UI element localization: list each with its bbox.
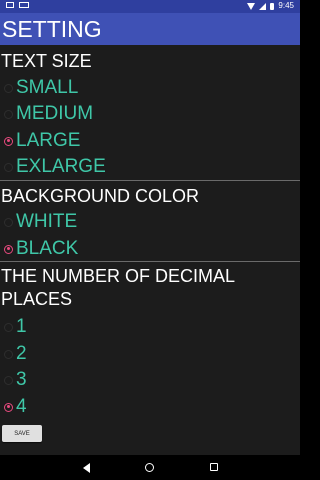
- radio-button[interactable]: [4, 83, 13, 93]
- option-label: BLACK: [16, 238, 79, 259]
- radio-option-white[interactable]: WHITE: [0, 209, 300, 235]
- text-size-title: TEXT SIZE: [1, 51, 92, 71]
- screenshot-icon: [6, 2, 14, 8]
- section-divider: [0, 261, 300, 262]
- radio-button[interactable]: [4, 217, 13, 227]
- radio-button[interactable]: [4, 322, 13, 332]
- home-icon[interactable]: [145, 463, 154, 472]
- wifi-icon: [247, 2, 256, 10]
- radio-option-medium[interactable]: MEDIUM: [0, 101, 300, 127]
- radio-option-2[interactable]: 2: [0, 341, 300, 367]
- radio-button[interactable]: [4, 349, 13, 359]
- option-label: WHITE: [16, 211, 78, 232]
- save-button[interactable]: SAVE: [2, 425, 42, 442]
- status-clock: 9:45: [278, 1, 294, 10]
- radio-button-checked[interactable]: [4, 244, 13, 254]
- status-right-icons: 9:45: [247, 1, 294, 11]
- tv-icon: [19, 2, 29, 8]
- radio-option-4[interactable]: 4: [0, 394, 300, 420]
- decimal-places-title-line1: THE NUMBER OF DECIMAL: [1, 266, 236, 286]
- option-label: 1: [16, 316, 27, 337]
- option-label: 3: [16, 369, 27, 390]
- option-label: MEDIUM: [16, 103, 94, 124]
- status-left-icons: [6, 2, 29, 8]
- settings-screen: 9:45 SETTING TEXT SIZE SMALL MEDIUM LARG…: [0, 0, 300, 480]
- option-label: 2: [16, 343, 27, 364]
- option-label: LARGE: [16, 130, 81, 151]
- section-divider: [0, 180, 300, 181]
- option-label: EXLARGE: [16, 156, 106, 177]
- radio-button[interactable]: [4, 375, 13, 385]
- page-title: SETTING: [2, 16, 102, 42]
- decimal-places-title-line2: PLACES: [1, 289, 73, 309]
- recent-apps-icon[interactable]: [210, 463, 218, 471]
- signal-icon: [259, 2, 267, 10]
- radio-button-checked[interactable]: [4, 402, 13, 412]
- radio-option-exlarge[interactable]: EXLARGE: [0, 154, 300, 180]
- radio-option-black[interactable]: BLACK: [0, 236, 300, 262]
- option-label: 4: [16, 396, 27, 417]
- status-bar: 9:45: [0, 0, 300, 13]
- settings-content: TEXT SIZE SMALL MEDIUM LARGE EXLARGE BAC…: [0, 45, 300, 455]
- option-label: SMALL: [16, 77, 79, 98]
- radio-button[interactable]: [4, 109, 13, 119]
- radio-button-checked[interactable]: [4, 136, 13, 146]
- radio-option-large[interactable]: LARGE: [0, 128, 300, 154]
- back-icon[interactable]: [83, 463, 90, 473]
- navigation-bar: [0, 455, 300, 480]
- background-color-title: BACKGROUND COLOR: [1, 186, 200, 206]
- radio-option-small[interactable]: SMALL: [0, 75, 300, 101]
- radio-option-1[interactable]: 1: [0, 314, 300, 340]
- radio-button[interactable]: [4, 162, 13, 172]
- app-bar: SETTING: [0, 13, 300, 45]
- radio-option-3[interactable]: 3: [0, 367, 300, 393]
- battery-icon: [270, 2, 275, 10]
